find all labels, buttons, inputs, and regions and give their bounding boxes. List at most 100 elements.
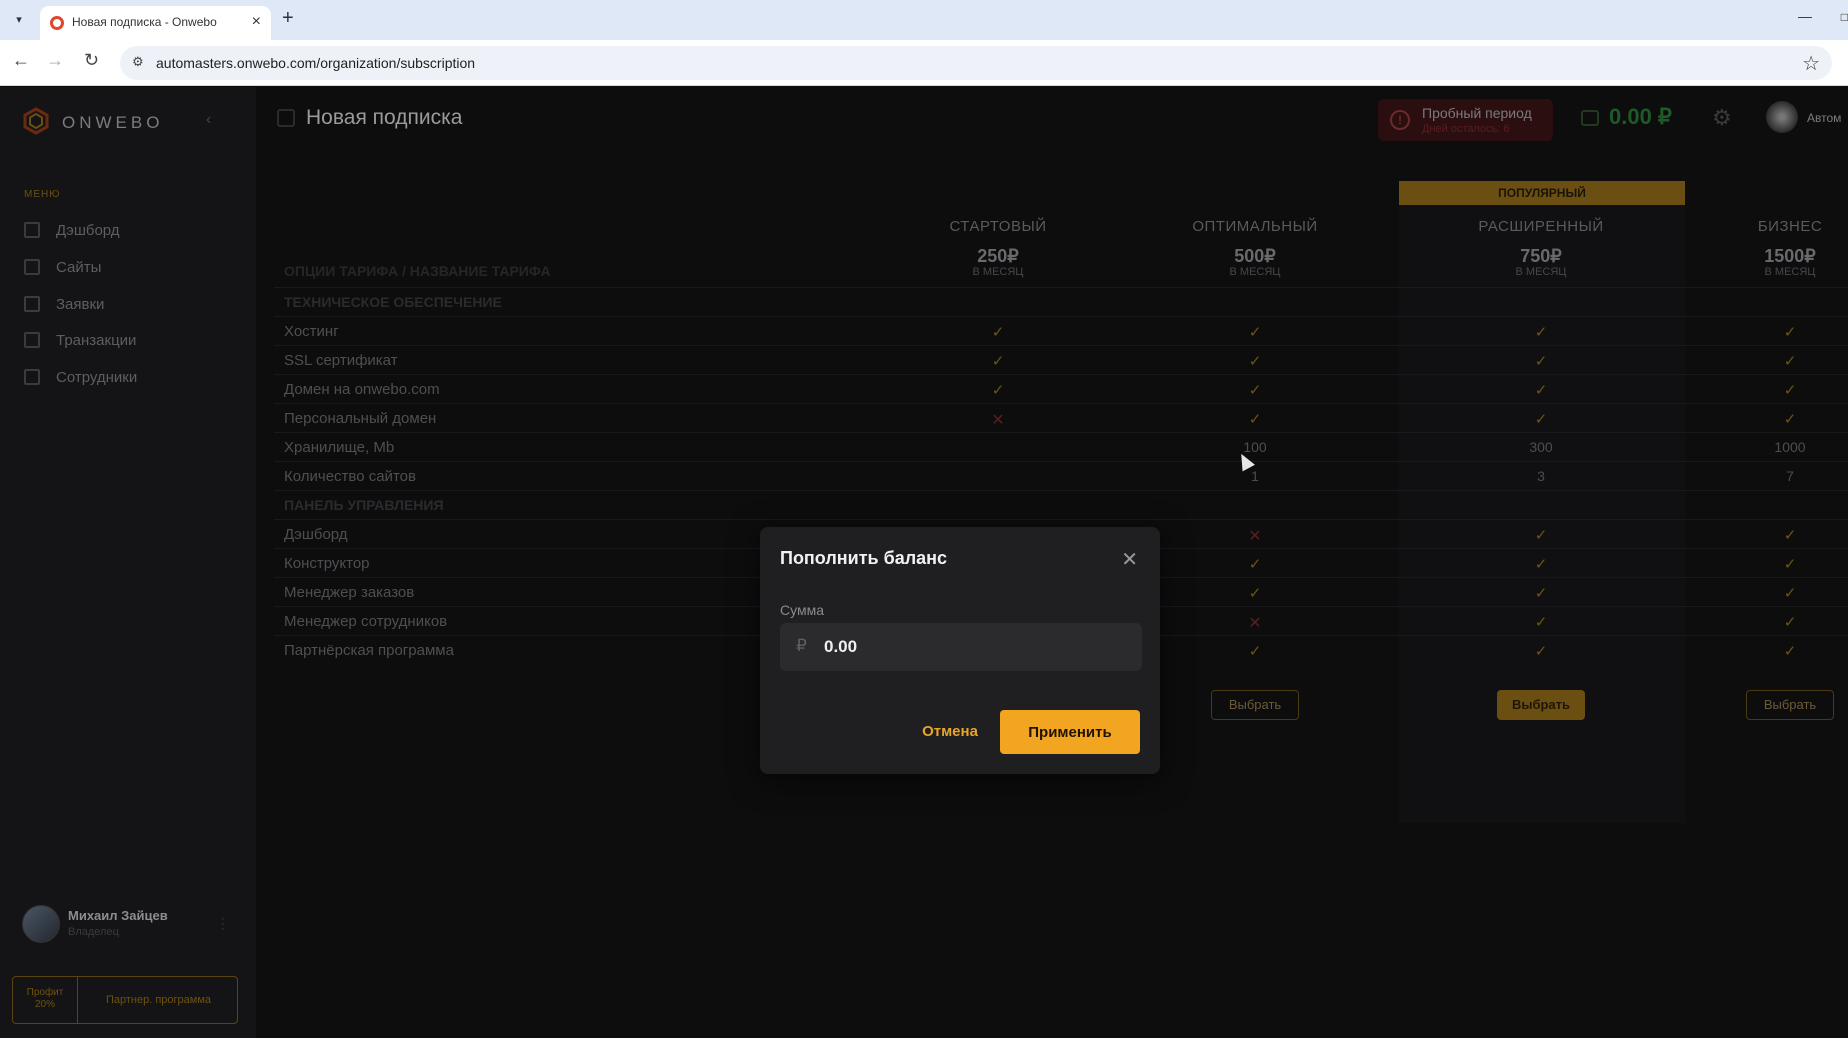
address-bar: ← → ↻ ⚙ automasters.onwebo.com/organizat… [0, 40, 1848, 86]
balance-display[interactable]: 0.00 ₽ [1609, 104, 1672, 130]
check-icon: ✓ [1783, 353, 1797, 370]
table-row: SSL сертификат ✓ ✓ ✓ ✓ [274, 345, 1848, 374]
check-icon: ✓ [1783, 324, 1797, 341]
amount-field[interactable]: ₽ [780, 623, 1142, 671]
user-role: Владелец [68, 926, 119, 938]
bookmark-star-icon[interactable]: ☆ [1802, 51, 1820, 76]
sites-icon [24, 259, 40, 275]
check-icon: ✓ [1248, 382, 1262, 399]
plan-name: РАСШИРЕННЫЙ [1478, 218, 1604, 235]
check-icon: ✓ [1534, 353, 1548, 370]
check-icon: ✓ [1783, 411, 1797, 428]
table-row: Хранилище, Mb 100 300 1000 [274, 432, 1848, 461]
check-icon: ✓ [1534, 527, 1548, 544]
plan-price: 750₽ [1520, 246, 1562, 266]
apply-button[interactable]: Применить [1000, 710, 1140, 754]
user-name: Михаил Зайцев [68, 908, 168, 923]
check-icon: ✓ [1783, 527, 1797, 544]
option-label: Дэшборд [284, 526, 348, 543]
profit-value: 20% [34, 999, 55, 1010]
header-user-name[interactable]: Автом [1807, 111, 1841, 125]
option-label: Менеджер сотрудников [284, 613, 448, 630]
sidebar: ONWEBO ‹ МЕНЮ Дэшборд Сайты Заявки Транз… [0, 87, 256, 1038]
plan-period: В МЕСЯЦ [1515, 266, 1567, 278]
table-cell: 3 [1537, 468, 1545, 484]
sidebar-item-label: Сотрудники [56, 369, 138, 386]
sidebar-item-label: Сайты [56, 259, 102, 276]
reload-icon[interactable]: ↻ [84, 50, 99, 71]
user-profile[interactable]: Михаил Зайцев Владелец ⋮ [22, 905, 236, 945]
amount-input[interactable] [824, 631, 1124, 663]
sidebar-item-label: Транзакции [56, 332, 137, 349]
cross-icon: ✕ [991, 412, 1005, 429]
check-icon: ✓ [991, 353, 1005, 370]
sidebar-item-employees[interactable]: Сотрудники [24, 366, 224, 390]
table-row: Домен на onwebo.com ✓ ✓ ✓ ✓ [274, 374, 1848, 403]
alert-icon: ! [1390, 110, 1410, 130]
sidebar-item-sites[interactable]: Сайты [24, 256, 224, 280]
check-icon: ✓ [1248, 353, 1262, 370]
check-icon: ✓ [991, 324, 1005, 341]
table-row: Хостинг ✓ ✓ ✓ ✓ [274, 316, 1848, 345]
choose-plan-button[interactable]: Выбрать [1497, 690, 1585, 720]
table-section-header: ПАНЕЛЬ УПРАВЛЕНИЯ [274, 490, 1848, 519]
cancel-button[interactable]: Отмена [895, 710, 1005, 752]
plan-price: 1500₽ [1764, 246, 1816, 266]
close-icon[interactable]: ✕ [1121, 547, 1138, 572]
minimize-icon[interactable]: — [1798, 8, 1812, 24]
back-icon[interactable]: ← [12, 50, 30, 71]
check-icon: ✓ [1534, 643, 1548, 660]
table-section-header: ТЕХНИЧЕСКОЕ ОБЕСПЕЧЕНИЕ [274, 287, 1848, 316]
check-icon: ✓ [1248, 585, 1262, 602]
check-icon: ✓ [1248, 324, 1262, 341]
gear-icon[interactable]: ⚙ [1712, 105, 1732, 131]
site-info-icon[interactable]: ⚙ [132, 54, 144, 70]
plan-name: СТАРТОВЫЙ [949, 218, 1047, 235]
trial-badge[interactable]: ! Пробный период Дней осталось: 6 [1378, 99, 1553, 141]
subscription-icon [277, 109, 295, 127]
table-row: Количество сайтов 1 3 7 [274, 461, 1848, 490]
option-label: Домен на onwebo.com [284, 381, 440, 398]
option-label: Количество сайтов [284, 468, 416, 485]
profit-label: Профит [26, 987, 64, 998]
collapse-sidebar-icon[interactable]: ‹ [206, 111, 211, 129]
check-icon: ✓ [1783, 556, 1797, 573]
sidebar-item-transactions[interactable]: Транзакции [24, 329, 224, 353]
trial-title: Пробный период [1422, 105, 1532, 121]
choose-plan-button[interactable]: Выбрать [1211, 690, 1299, 720]
check-icon: ✓ [1783, 614, 1797, 631]
check-icon: ✓ [1248, 411, 1262, 428]
partner-program-box[interactable]: Профит 20% Партнер. программа [12, 976, 238, 1024]
window-control-icon[interactable]: □ [1841, 10, 1848, 24]
sidebar-item-dashboard[interactable]: Дэшборд [24, 219, 224, 243]
tab-search-button[interactable]: ▾ [8, 9, 30, 31]
option-label: Конструктор [284, 555, 370, 572]
forward-icon[interactable]: → [46, 50, 64, 71]
transactions-icon [24, 332, 40, 348]
avatar [22, 905, 60, 943]
check-icon: ✓ [1534, 382, 1548, 399]
plan-name: ОПТИМАЛЬНЫЙ [1192, 218, 1318, 235]
header-avatar[interactable] [1766, 101, 1798, 133]
more-icon[interactable]: ⋮ [216, 915, 230, 932]
check-icon: ✓ [1534, 585, 1548, 602]
check-icon: ✓ [1783, 585, 1797, 602]
trial-days-left: Дней осталось: 6 [1422, 123, 1510, 135]
page-title: Новая подписка [306, 106, 463, 129]
amount-label: Сумма [780, 602, 824, 618]
employees-icon [24, 369, 40, 385]
url-field[interactable]: ⚙ automasters.onwebo.com/organization/su… [120, 46, 1832, 80]
top-up-balance-modal: Пополнить баланс ✕ Сумма ₽ Отмена Примен… [760, 527, 1160, 774]
browser-tab[interactable]: Новая подписка - Onwebo × [40, 6, 271, 40]
popular-badge: ПОПУЛЯРНЫЙ [1399, 181, 1685, 205]
close-tab-icon[interactable]: × [252, 13, 261, 31]
check-icon: ✓ [1534, 556, 1548, 573]
partner-program-link[interactable]: Партнер. программа [78, 977, 239, 1023]
profit-badge: Профит 20% [13, 977, 78, 1023]
new-tab-icon[interactable]: + [282, 7, 294, 30]
sidebar-item-requests[interactable]: Заявки [24, 293, 224, 317]
check-icon: ✓ [1248, 556, 1262, 573]
app: ONWEBO ‹ МЕНЮ Дэшборд Сайты Заявки Транз… [0, 87, 1848, 1038]
choose-plan-button[interactable]: Выбрать [1746, 690, 1834, 720]
plan-price: 250₽ [977, 246, 1019, 266]
